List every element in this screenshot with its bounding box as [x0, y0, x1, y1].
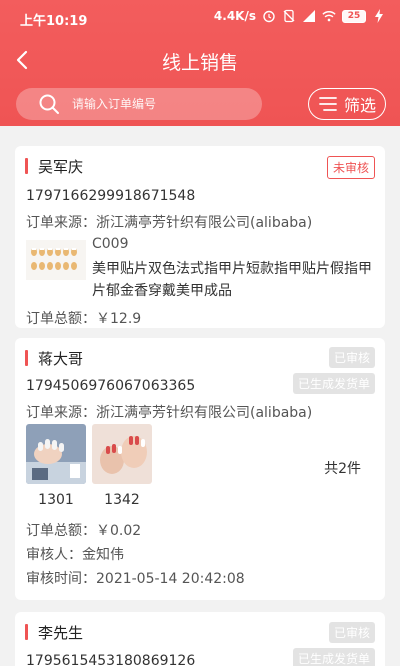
charging-icon: [375, 9, 383, 23]
filter-menu-icon: [319, 97, 337, 111]
order-card[interactable]: 李先生 已审核 已生成发货单 1795615453180869126: [15, 612, 385, 666]
shipping-status-badge: 已生成发货单: [292, 373, 375, 394]
filter-button[interactable]: 筛选: [308, 88, 386, 120]
search-icon: [39, 94, 59, 114]
order-source: 订单来源：浙江满亭芳针织有限公司(alibaba): [26, 405, 313, 421]
status-badge: 已审核: [328, 347, 375, 368]
top-header: 上午10:19 4.4K/s 25 线上销售 筛选: [0, 0, 400, 126]
battery-icon: 25: [342, 9, 366, 23]
wifi-icon: [322, 11, 336, 22]
order-total: 订单总额：￥12.9: [26, 311, 142, 327]
sim-off-icon: [283, 9, 295, 23]
order-number: 1794506976067063365: [26, 378, 196, 394]
accent-bar: [25, 624, 28, 640]
order-card[interactable]: 吴军庆 未审核 1797166299918671548 订单来源：浙江满亭芳针织…: [15, 146, 385, 328]
reviewer: 审核人：金知伟: [26, 547, 124, 563]
item-code: 1342: [104, 492, 140, 508]
signal-icon: [303, 10, 315, 22]
network-speed: 4.4K/s: [213, 9, 256, 23]
customer-name: 吴军庆: [38, 157, 84, 176]
product-image: [26, 424, 86, 484]
status-time: 上午10:19: [20, 14, 88, 29]
status-bar: 上午10:19 4.4K/s 25: [0, 0, 400, 36]
order-source: 订单来源：浙江满亭芳针织有限公司(alibaba): [26, 215, 313, 231]
status-badge: 未审核: [326, 156, 375, 179]
product-code: C009: [92, 236, 129, 252]
product-description: 美甲贴片双色法式指甲片短款指甲贴片假指甲片郁金香穿戴美甲成品: [92, 261, 372, 299]
search-input[interactable]: [72, 97, 242, 111]
item-count: 共2件: [324, 461, 361, 477]
customer-row: 李先生: [25, 623, 84, 642]
status-badge: 已审核: [328, 622, 375, 643]
accent-bar: [25, 158, 28, 174]
review-time: 审核时间：2021-05-14 20:42:08: [26, 571, 245, 587]
filter-label: 筛选: [343, 96, 376, 115]
product-thumbnail: [26, 240, 86, 280]
nav-bar: 线上销售: [0, 40, 400, 80]
customer-row: 吴军庆: [25, 157, 84, 176]
order-card[interactable]: 蒋大哥 已审核 已生成发货单 1794506976067063365 订单来源：…: [15, 338, 385, 600]
search-box[interactable]: [16, 88, 262, 120]
order-number: 1797166299918671548: [26, 188, 196, 204]
page-title: 线上销售: [161, 52, 238, 74]
product-image: [92, 424, 152, 484]
item-code: 1301: [38, 492, 74, 508]
customer-name: 李先生: [38, 623, 84, 642]
status-icons: 4.4K/s 25: [214, 9, 386, 23]
accent-bar: [25, 350, 28, 366]
customer-row: 蒋大哥: [25, 349, 84, 368]
customer-name: 蒋大哥: [38, 349, 84, 368]
order-number: 1795615453180869126: [26, 653, 196, 666]
order-total: 订单总额：￥0.02: [26, 523, 142, 539]
alarm-icon: [263, 10, 275, 23]
shipping-status-badge: 已生成发货单: [292, 648, 375, 666]
